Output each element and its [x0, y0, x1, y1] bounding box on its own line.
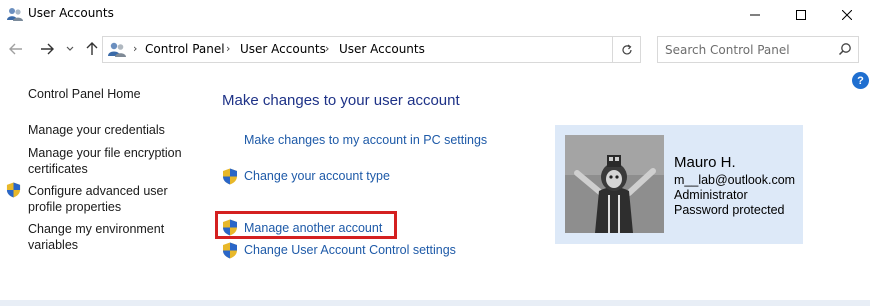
sidebar-item-environment-variables[interactable]: Change my environment variables [28, 221, 164, 253]
recent-locations-button[interactable] [63, 39, 77, 59]
pc-settings-link[interactable]: Make changes to my account in PC setting… [244, 133, 487, 147]
search-box[interactable] [657, 36, 859, 63]
user-password-status: Password protected [674, 203, 785, 217]
avatar[interactable] [565, 135, 664, 233]
user-accounts-icon [7, 8, 23, 21]
breadcrumb-user-accounts-current[interactable]: User Accounts [339, 42, 425, 56]
sidebar-item-control-panel-home[interactable]: Control Panel Home [28, 86, 141, 102]
window-bottom-edge [0, 300, 870, 306]
close-icon [842, 9, 852, 20]
sidebar-item-label: Configure advanced user [28, 184, 168, 198]
breadcrumb-separator-icon[interactable]: › [226, 42, 230, 55]
sidebar-item-label: variables [28, 238, 79, 252]
close-button[interactable] [824, 0, 870, 29]
uac-shield-icon [223, 219, 237, 236]
sidebar-item-label: profile properties [28, 200, 122, 214]
refresh-icon [621, 44, 632, 54]
uac-settings-link[interactable]: Change User Account Control settings [244, 243, 456, 257]
sidebar-item-manage-credentials[interactable]: Manage your credentials [28, 122, 165, 138]
user-picture-icon [565, 135, 664, 233]
navigation-bar: › Control Panel › User Accounts › User A… [0, 29, 870, 69]
manage-another-account-link[interactable]: Manage another account [244, 221, 382, 235]
page-title: Make changes to your user account [222, 92, 460, 109]
help-icon[interactable]: ? [852, 72, 869, 89]
address-bar[interactable]: › Control Panel › User Accounts › User A… [102, 36, 641, 63]
title-bar: User Accounts [0, 0, 870, 29]
forward-button[interactable] [37, 39, 57, 59]
arrow-up-icon [86, 42, 98, 55]
user-name: Mauro H. [674, 154, 736, 171]
maximize-icon [796, 9, 806, 20]
chevron-down-icon [66, 46, 74, 51]
arrow-right-icon [41, 43, 54, 55]
breadcrumb-separator-icon[interactable]: › [325, 42, 329, 55]
sidebar-item-label: Manage your file encryption [28, 146, 182, 160]
uac-shield-icon [6, 182, 21, 198]
change-account-type-link[interactable]: Change your account type [244, 169, 390, 183]
arrow-left-icon [9, 43, 22, 55]
up-button[interactable] [82, 39, 102, 59]
window-title: User Accounts [28, 6, 114, 20]
breadcrumb-separator-icon[interactable]: › [133, 42, 137, 55]
uac-shield-icon [223, 242, 237, 259]
minimize-icon [750, 14, 760, 15]
uac-shield-icon [223, 168, 237, 185]
sidebar-item-label: certificates [28, 162, 88, 176]
maximize-button[interactable] [778, 0, 824, 29]
user-email: m__lab@outlook.com [674, 173, 796, 187]
user-accounts-icon [108, 42, 126, 57]
breadcrumb-user-accounts[interactable]: User Accounts [240, 42, 326, 56]
minimize-button[interactable] [732, 0, 778, 29]
user-role: Administrator [674, 188, 748, 202]
user-card: Mauro H. m__lab@outlook.com Administrato… [555, 125, 803, 244]
refresh-button[interactable] [612, 36, 641, 63]
sidebar-item-label: Change my environment [28, 222, 165, 236]
search-icon[interactable] [838, 42, 852, 56]
search-input[interactable] [665, 41, 835, 59]
sidebar-item-file-encryption[interactable]: Manage your file encryption certificates [28, 145, 182, 177]
back-button[interactable] [6, 39, 26, 59]
sidebar-item-advanced-profile[interactable]: Configure advanced user profile properti… [28, 183, 168, 215]
breadcrumb-control-panel[interactable]: Control Panel [145, 42, 225, 56]
